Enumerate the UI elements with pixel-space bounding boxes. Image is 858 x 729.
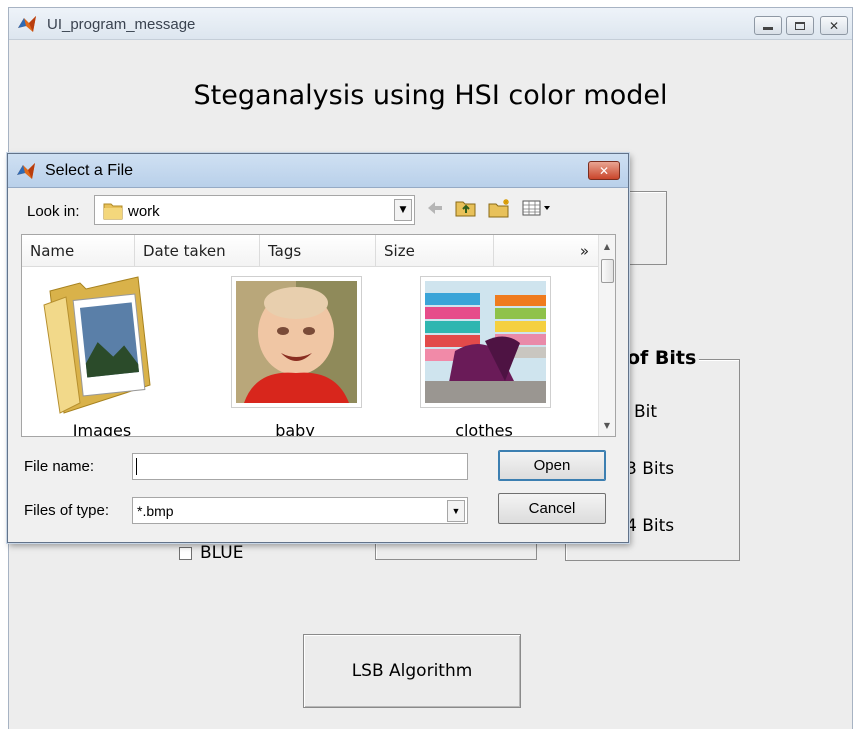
dialog-titlebar[interactable]: Select a File ✕: [8, 154, 628, 188]
files-of-type-value: *.bmp: [137, 503, 174, 519]
up-folder-icon[interactable]: [455, 198, 477, 222]
main-titlebar[interactable]: UI_program_message ✕: [9, 8, 852, 40]
open-button[interactable]: Open: [498, 450, 606, 481]
vertical-scrollbar[interactable]: ▲ ▼: [598, 235, 615, 436]
look-in-dropdown-arrow[interactable]: ▼: [394, 199, 412, 221]
bits-option-3[interactable]: 3 Bits: [626, 459, 674, 479]
scroll-down-arrow[interactable]: ▼: [599, 416, 615, 434]
blue-checkbox-box[interactable]: [179, 546, 192, 560]
view-menu-icon[interactable]: [522, 198, 552, 222]
close-icon: ✕: [598, 163, 610, 178]
matlab-icon: [17, 14, 37, 38]
maximize-icon: [795, 21, 805, 30]
blue-checkbox-label: BLUE: [200, 543, 244, 563]
look-in-combo[interactable]: work ▼: [94, 195, 415, 225]
scroll-thumb[interactable]: [601, 259, 614, 283]
files-of-type-label: Files of type:: [24, 502, 110, 519]
photo-thumbnail: [420, 276, 551, 408]
dialog-title: Select a File: [45, 162, 134, 179]
column-header-size[interactable]: Size: [376, 235, 494, 267]
look-in-label: Look in:: [27, 203, 80, 220]
cancel-button[interactable]: Cancel: [498, 493, 606, 524]
column-header-name[interactable]: Name: [22, 235, 135, 267]
photo-thumbnail: [231, 276, 362, 408]
maximize-button[interactable]: [786, 16, 814, 35]
back-arrow-icon[interactable]: [425, 198, 445, 222]
look-in-value: work: [128, 203, 160, 220]
text-cursor: [136, 458, 137, 475]
chevron-down-icon: ▼: [399, 205, 407, 215]
close-window-button[interactable]: ✕: [820, 16, 848, 35]
column-header-date-taken[interactable]: Date taken: [135, 235, 260, 267]
new-folder-icon[interactable]: [488, 198, 512, 222]
file-list[interactable]: Name Date taken Tags Size » ▲ ▼ Images b…: [21, 234, 616, 437]
app-heading: Steganalysis using HSI color model: [193, 80, 668, 111]
column-header-more[interactable]: »: [494, 235, 600, 267]
file-name-input[interactable]: [132, 453, 468, 480]
column-header-tags[interactable]: Tags: [260, 235, 376, 267]
files-of-type-select[interactable]: *.bmp ▼: [132, 497, 468, 524]
select-file-dialog: Select a File ✕ Look in: work ▼ Name Dat…: [7, 153, 629, 543]
baby-photo-icon: [236, 281, 357, 403]
list-item-images[interactable]: Images: [22, 273, 182, 437]
window-title: UI_program_message: [47, 16, 196, 33]
bits-option-1[interactable]: Bit: [634, 402, 657, 422]
scroll-up-arrow[interactable]: ▲: [599, 237, 615, 255]
lsb-algorithm-button[interactable]: LSB Algorithm: [303, 634, 521, 708]
files-of-type-dropdown-arrow[interactable]: ▼: [447, 500, 465, 522]
file-name-label: File name:: [24, 458, 95, 475]
list-item-label: clothes: [455, 421, 513, 437]
matlab-icon: [16, 161, 36, 185]
dialog-close-button[interactable]: ✕: [588, 161, 620, 180]
chevron-down-icon: ▼: [451, 506, 461, 516]
bits-panel-title: of Bits: [624, 347, 700, 369]
minimize-button[interactable]: [754, 16, 782, 35]
list-item-baby[interactable]: baby: [215, 273, 375, 437]
minimize-icon: [763, 27, 773, 30]
clothes-photo-icon: [425, 281, 546, 403]
close-icon: ✕: [828, 18, 840, 33]
list-item-label: baby: [275, 421, 315, 437]
blue-checkbox[interactable]: BLUE: [179, 543, 243, 563]
bits-option-4[interactable]: 4 Bits: [626, 516, 674, 536]
folder-icon: [40, 275, 155, 419]
list-item-clothes[interactable]: clothes: [404, 273, 564, 437]
list-item-label: Images: [72, 421, 132, 437]
folder-icon: [102, 201, 124, 225]
